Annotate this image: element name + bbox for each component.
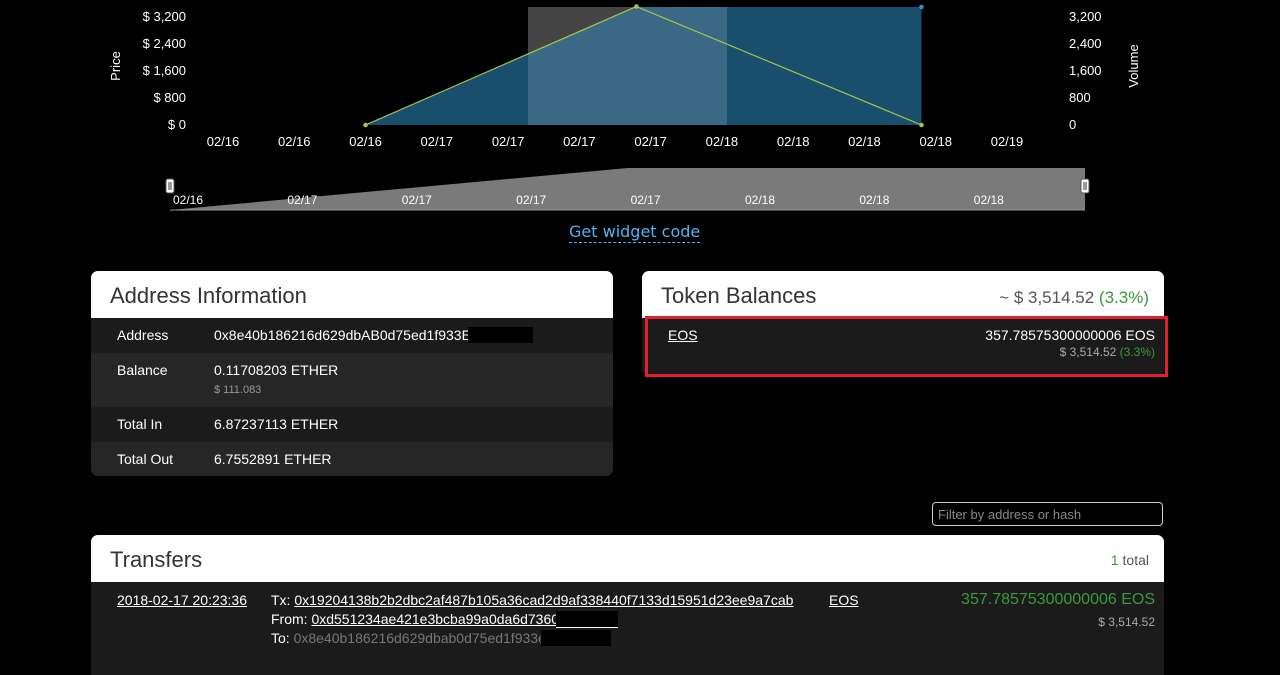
- to-label: To:: [271, 630, 290, 646]
- token-total-usd: ~ $ 3,514.52: [999, 288, 1095, 307]
- volume-point: [919, 4, 924, 10]
- transfer-from-line: From: 0xd551234ae421e3bcba99a0da6d73607: [271, 611, 567, 627]
- navigator-tick-label: 02/16: [173, 193, 203, 207]
- x-tick-label: 02/19: [991, 134, 1024, 149]
- transfer-token-link[interactable]: EOS: [829, 592, 859, 608]
- balance-usd: $ 111.083: [214, 384, 262, 396]
- price-volume-chart: 02/16 02/16 02/16 02/17 02/17 02/17 02/17 02/18…: [108, 4, 1141, 211]
- redaction-mask: [468, 327, 533, 343]
- x-tick-label: 02/17: [492, 134, 525, 149]
- token-balances-title: Token Balances: [661, 283, 817, 308]
- transfer-date-link[interactable]: 2018-02-17 20:23:36: [117, 592, 247, 608]
- navigator-tick-label: 02/18: [974, 193, 1004, 207]
- navigator-tick-label: 02/17: [631, 193, 661, 207]
- navigator-handle-left[interactable]: [165, 178, 175, 194]
- total-out-label: Total Out: [117, 451, 174, 467]
- x-tick-label: 02/16: [278, 134, 311, 149]
- transfer-to-line: To: 0x8e40b186216d629dbab0d75ed1f933ee: [271, 630, 554, 646]
- redaction-mask: [556, 611, 618, 628]
- get-widget-code-link[interactable]: Get widget code: [569, 222, 701, 243]
- navigator-handle-right[interactable]: [1080, 178, 1090, 194]
- address-information-header: Address Information: [91, 271, 613, 318]
- price-tick-label: $ 3,200: [143, 9, 186, 24]
- address-information-card: Address Information Address 0x8e40b18621…: [91, 271, 613, 476]
- selection-overlay: [528, 7, 727, 125]
- price-tick-label: $ 0: [168, 117, 186, 132]
- x-tick-label: 02/17: [421, 134, 454, 149]
- to-address: 0x8e40b186216d629dbab0d75ed1f933ee: [293, 630, 554, 646]
- transfers-header: Transfers 1 total: [91, 535, 1164, 582]
- price-tick-label: $ 800: [153, 90, 186, 105]
- x-tick-label: 02/16: [207, 134, 240, 149]
- redaction-mask: [541, 630, 611, 646]
- x-tick-label: 02/18: [919, 134, 952, 149]
- volume-tick-label: 800: [1069, 90, 1091, 105]
- x-tick-label: 02/18: [848, 134, 881, 149]
- x-tick-label: 02/18: [706, 134, 739, 149]
- price-tick-label: $ 2,400: [143, 36, 186, 51]
- price-axis-title: Price: [108, 51, 123, 81]
- from-label: From:: [271, 611, 308, 627]
- navigator-tick-label: 02/17: [287, 193, 317, 207]
- x-tick-label: 02/17: [563, 134, 596, 149]
- transfers-card: Transfers 1 total 2018-02-17 20:23:36 Tx…: [91, 535, 1164, 675]
- highlight-annotation-box: [645, 316, 1168, 377]
- total-in-value: 6.87237113 ETHER: [214, 416, 339, 432]
- balance-value: 0.11708203 ETHER: [214, 362, 339, 378]
- volume-tick-label: 0: [1069, 117, 1076, 132]
- total-in-label: Total In: [117, 416, 163, 432]
- volume-axis-title: Volume: [1126, 44, 1141, 87]
- price-point: [919, 122, 924, 128]
- price-point: [634, 4, 639, 9]
- transfers-title: Transfers: [110, 547, 203, 572]
- transfers-count-label: total: [1122, 552, 1149, 568]
- address-information-title: Address Information: [110, 283, 307, 308]
- token-total-change: (3.3%): [1098, 288, 1149, 307]
- x-tick-label: 02/18: [777, 134, 810, 149]
- filter-input[interactable]: [932, 502, 1163, 526]
- balance-row: Balance 0.11708203 ETHER $ 111.083: [91, 353, 613, 407]
- transfer-tx-line: Tx: 0x19204138b2b2dbc2af487b105a36cad2d9…: [271, 592, 793, 608]
- volume-tick-label: 2,400: [1069, 36, 1102, 51]
- volume-tick-label: 3,200: [1069, 9, 1102, 24]
- transfers-count-number: 1: [1110, 552, 1119, 568]
- navigator-tick-label: 02/18: [745, 193, 775, 207]
- total-out-value: 6.7552891 ETHER: [214, 451, 332, 467]
- navigator-tick-label: 02/17: [402, 193, 432, 207]
- total-in-row: Total In 6.87237113 ETHER: [91, 407, 613, 442]
- price-tick-label: $ 1,600: [143, 63, 186, 78]
- token-balances-header: Token Balances ~ $ 3,514.52 (3.3%): [642, 271, 1164, 318]
- tx-hash-link[interactable]: 0x19204138b2b2dbc2af487b105a36cad2d9af33…: [294, 592, 793, 608]
- address-value: 0x8e40b186216d629dbAB0d75ed1f933EE: [214, 327, 481, 343]
- balance-label: Balance: [117, 362, 168, 378]
- volume-tick-label: 1,600: [1069, 63, 1102, 78]
- x-tick-label: 02/16: [349, 134, 382, 149]
- tx-label: Tx:: [271, 592, 291, 608]
- navigator-tick-label: 02/17: [516, 193, 546, 207]
- transfer-usd: $ 3,514.52: [1098, 615, 1155, 629]
- total-out-row: Total Out 6.7552891 ETHER: [91, 442, 613, 476]
- price-point: [363, 122, 368, 128]
- x-tick-label: 02/17: [634, 134, 667, 149]
- transfer-amount: 357.78575300000006 EOS: [961, 591, 1155, 608]
- navigator-tick-label: 02/18: [859, 193, 889, 207]
- address-label: Address: [117, 327, 169, 343]
- address-row: Address 0x8e40b186216d629dbAB0d75ed1f933…: [91, 318, 613, 353]
- transfers-count: 1 total: [1111, 552, 1149, 568]
- token-balances-total: ~ $ 3,514.52 (3.3%): [999, 288, 1149, 308]
- from-address-link[interactable]: 0xd551234ae421e3bcba99a0da6d73607: [311, 611, 566, 627]
